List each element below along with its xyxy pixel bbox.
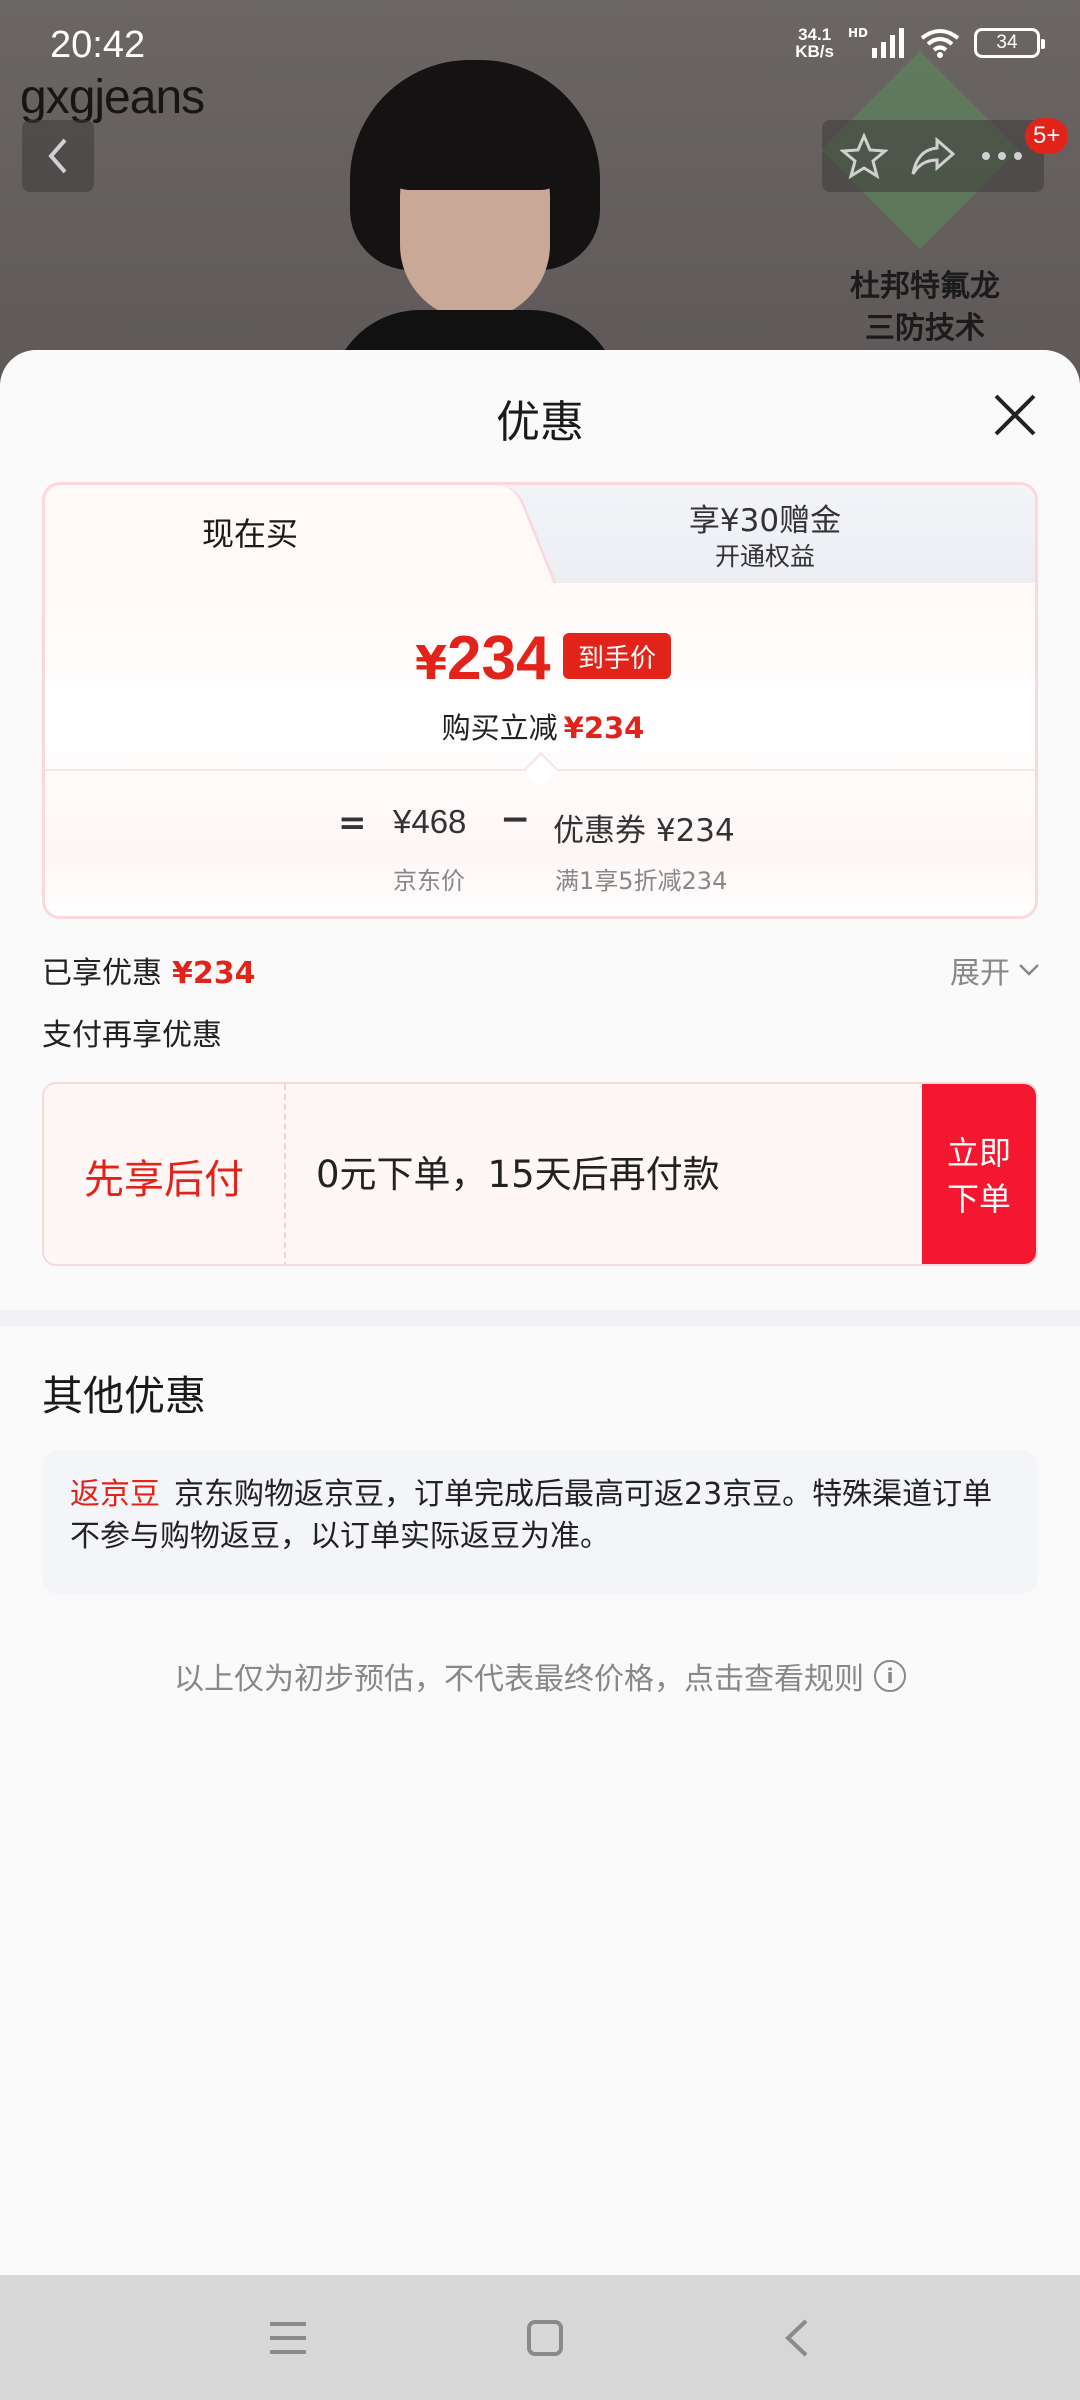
battery-icon: 34 [974, 28, 1045, 58]
feature-caption: 杜邦特氟龙 三防技术 [850, 269, 1000, 346]
divider-notch [524, 752, 558, 786]
chevron-left-icon [48, 138, 67, 174]
tab-gift-label: 享¥30赠金 开通权益 [688, 503, 842, 571]
bean-text: 京东购物返京豆，订单完成后最高可返23京豆。特殊渠道订单不参与购物返豆，以订单实… [70, 1477, 993, 1554]
chevron-down-icon [1019, 964, 1039, 976]
signal-icon [872, 28, 904, 58]
final-price: ¥ 234 [415, 624, 551, 693]
bean-tag: 返京豆 [70, 1477, 160, 1512]
cart-badge: 5+ [1025, 118, 1069, 154]
instant-reduce: 购买立减 ¥234 [441, 711, 645, 745]
pay-later-title: 先享后付 [44, 1084, 286, 1264]
net-speed: 34.1 KB/s [795, 25, 834, 61]
brand-name: gxgjeans [20, 71, 205, 124]
expand-button[interactable]: 展开 [950, 948, 1040, 992]
menu-icon[interactable] [268, 2320, 308, 2356]
price-formula: = ¥468 − 优惠券 ¥234 [338, 799, 735, 849]
close-icon[interactable] [990, 390, 1040, 440]
other-discounts-title: 其他优惠 [42, 1372, 206, 1420]
jd-bean-card: 返京豆 京东购物返京豆，订单完成后最高可返23京豆。特殊渠道订单不参与购物返豆，以… [42, 1450, 1038, 1594]
discount-sheet: 优惠 现在买 享¥30赠金 开通权益 ¥ 234 到手价 购买立减 ¥234 = … [0, 350, 1080, 2275]
system-nav-bar [0, 2275, 1080, 2400]
price-card: 现在买 享¥30赠金 开通权益 ¥ 234 到手价 购买立减 ¥234 = ¥46… [42, 482, 1038, 919]
jd-price-label: 京东价 [393, 867, 465, 895]
jd-price: ¥468 [393, 803, 467, 840]
section-separator [0, 1310, 1080, 1326]
status-time: 20:42 [50, 24, 146, 66]
coupon-rule: 满1享5折减234 [555, 867, 728, 895]
order-now-button[interactable]: 立即 下单 [922, 1084, 1036, 1264]
pay-later-card[interactable]: 先享后付 0元下单，15天后再付款 立即 下单 [42, 1082, 1038, 1266]
pay-later-desc: 0元下单，15天后再付款 [316, 1153, 720, 1196]
share-icon[interactable] [909, 132, 957, 180]
final-price-tag: 到手价 [563, 633, 671, 679]
back-nav-icon[interactable] [782, 2318, 812, 2358]
model-photo [330, 60, 620, 400]
top-action-bar [822, 120, 1044, 192]
status-icons: 34.1 KB/s HD 34 [795, 25, 1045, 61]
wifi-icon [920, 29, 960, 58]
enjoyed-discount: 已享优惠 ¥234 [42, 956, 256, 991]
price-breakdown: ¥ 234 到手价 购买立减 ¥234 = ¥468 − 优惠券 ¥234 京东价… [45, 583, 1035, 916]
home-icon[interactable] [526, 2319, 564, 2357]
rules-link[interactable]: 以上仅为初步预估，不代表最终价格，点击查看规则 i [0, 1654, 1080, 1698]
tab-buy-now-label: 现在买 [201, 515, 298, 553]
info-icon: i [874, 1660, 906, 1692]
hd-label: HD [847, 26, 868, 40]
more-icon[interactable] [978, 132, 1026, 180]
back-button[interactable] [22, 120, 94, 192]
sheet-title: 优惠 [496, 397, 584, 448]
pay-more-title: 支付再享优惠 [42, 1018, 222, 1053]
coupon-amount: 优惠券 ¥234 [553, 813, 735, 849]
star-icon[interactable] [840, 132, 889, 180]
